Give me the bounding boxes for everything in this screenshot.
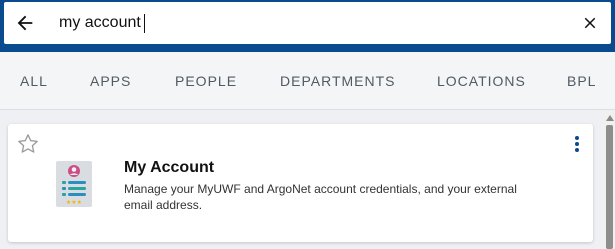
search-header	[0, 0, 615, 52]
tab-departments[interactable]: DEPARTMENTS	[280, 73, 396, 89]
svg-text:★★★: ★★★	[66, 199, 82, 206]
clear-search-button[interactable]	[575, 9, 605, 37]
result-description: Manage your MyUWF and ArgoNet account cr…	[124, 182, 517, 212]
more-options-button[interactable]	[570, 134, 584, 154]
tab-all[interactable]: ALL	[20, 73, 48, 89]
scroll-up-arrow-icon[interactable]	[606, 115, 614, 121]
more-vertical-icon	[575, 136, 579, 140]
account-card-icon: ★★★	[56, 161, 92, 207]
tab-people[interactable]: PEOPLE	[175, 73, 237, 89]
close-icon	[584, 17, 596, 29]
arrow-left-icon	[17, 15, 33, 31]
results-list: ★★★ My Account Manage your MyUWF and Arg…	[0, 111, 615, 249]
category-tabs: ALL APPS PEOPLE DEPARTMENTS LOCATIONS BP…	[0, 52, 615, 110]
scroll-thumb[interactable]	[606, 125, 613, 249]
result-title[interactable]: My Account	[124, 159, 214, 177]
back-button[interactable]	[10, 9, 40, 37]
tab-apps[interactable]: APPS	[90, 73, 131, 89]
tab-locations[interactable]: LOCATIONS	[437, 73, 526, 89]
tab-bpl[interactable]: BPL	[567, 73, 596, 89]
search-box	[4, 2, 611, 44]
text-cursor	[144, 14, 145, 33]
favorite-button[interactable]	[16, 132, 42, 158]
search-input[interactable]	[59, 10, 559, 36]
scrollbar[interactable]	[603, 111, 615, 249]
star-outline-icon	[18, 134, 38, 153]
result-card[interactable]: ★★★ My Account Manage your MyUWF and Arg…	[8, 124, 593, 242]
